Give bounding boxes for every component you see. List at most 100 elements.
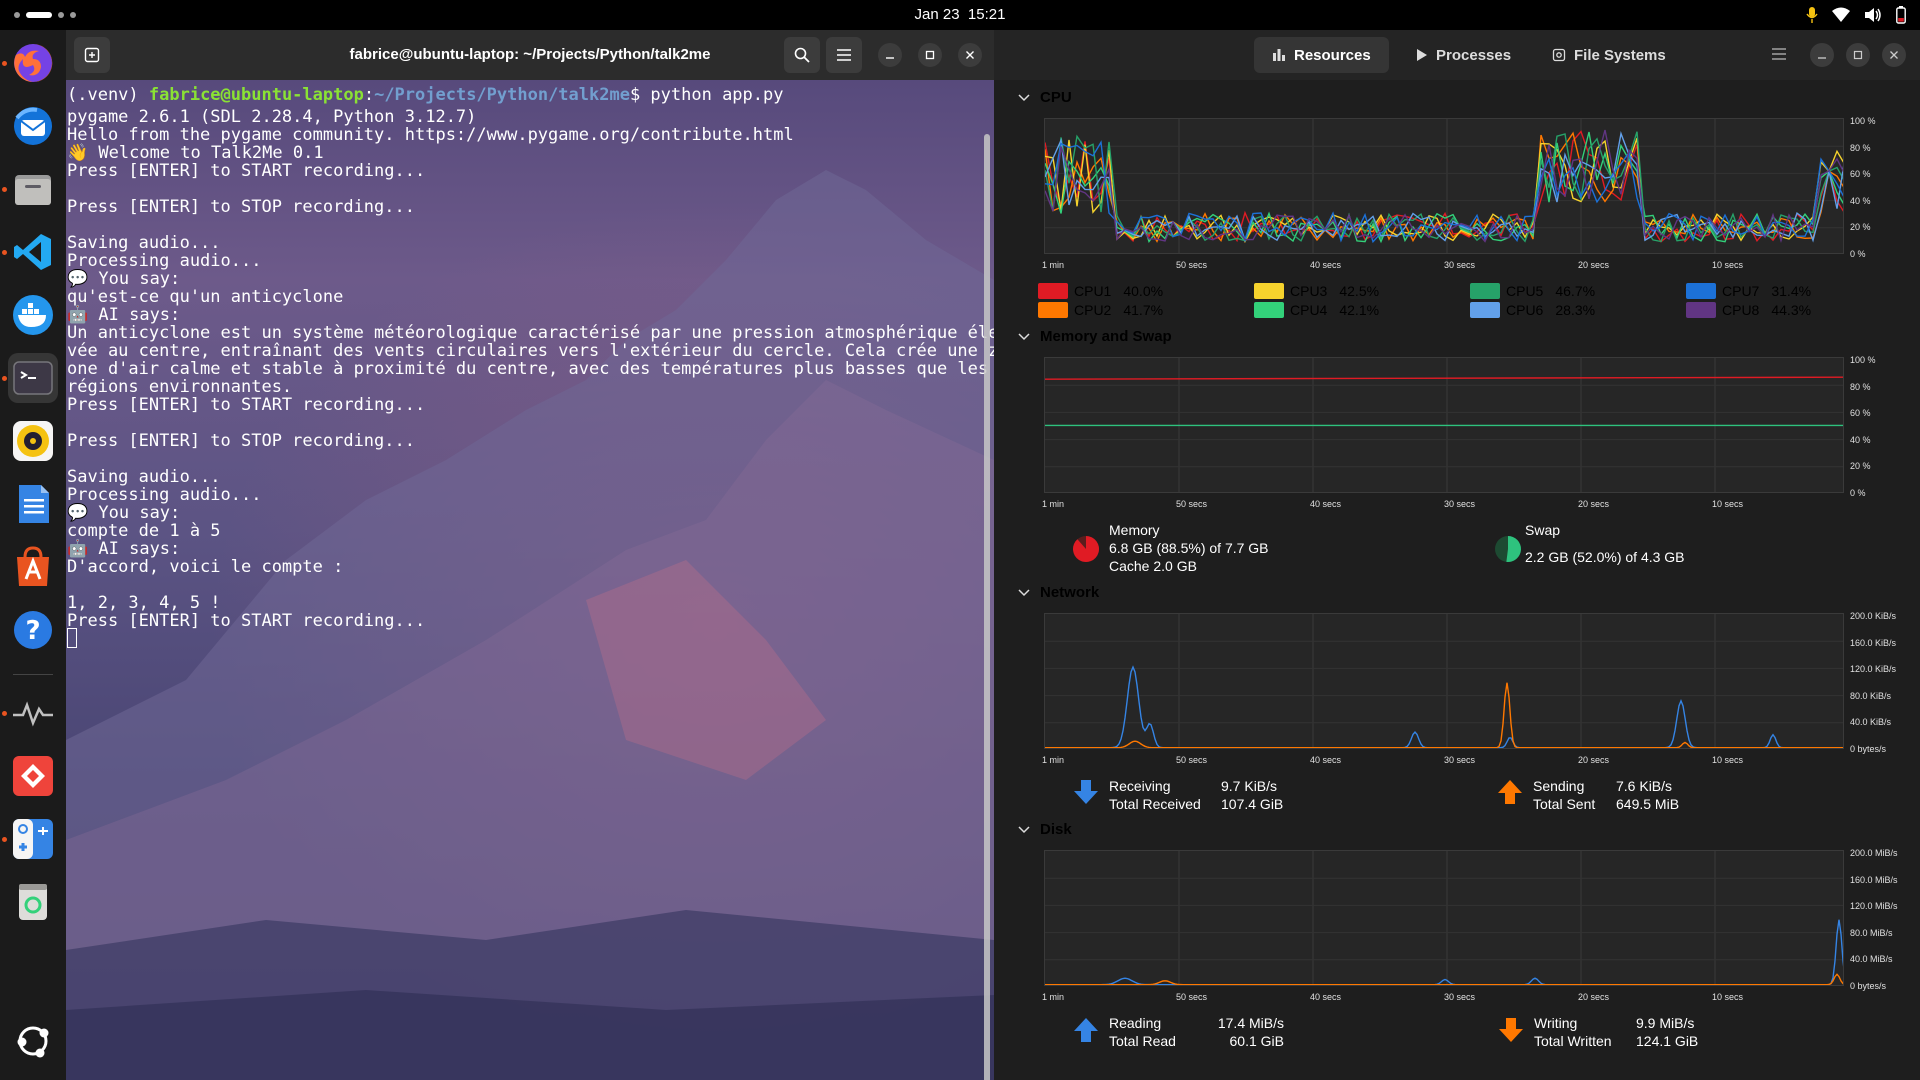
- extension-manager-launcher[interactable]: [8, 814, 58, 864]
- receiving-line: [1045, 665, 1843, 748]
- cpu-legend-item[interactable]: CPU6 28.3%: [1470, 302, 1595, 318]
- cpu-color-swatch[interactable]: [1470, 283, 1500, 299]
- tab-file-systems[interactable]: File Systems: [1534, 37, 1684, 73]
- trash-launcher[interactable]: [8, 877, 58, 927]
- cpu-color-swatch[interactable]: [1686, 283, 1716, 299]
- cpu-usage: 46.7%: [1555, 283, 1596, 299]
- files-launcher[interactable]: [8, 164, 58, 214]
- cpu-legend-item[interactable]: CPU7 31.4%: [1686, 283, 1811, 299]
- system-monitor-header-bar[interactable]: Resources Processes File Systems: [994, 30, 1920, 80]
- network-section-header[interactable]: Network: [1018, 584, 1099, 601]
- microphone-icon[interactable]: [1806, 6, 1818, 24]
- clock-time: 15:21: [967, 6, 1006, 23]
- menu-button[interactable]: [1772, 47, 1786, 65]
- x-tick-label: 30 secs: [1444, 260, 1476, 270]
- terminal-output[interactable]: (.venv) fabrice@ubuntu-laptop:~/Projects…: [66, 80, 994, 1080]
- maximize-button[interactable]: [1846, 43, 1870, 67]
- vscode-launcher[interactable]: [8, 227, 58, 277]
- thunderbird-launcher[interactable]: [8, 101, 58, 151]
- cpu-color-swatch[interactable]: [1038, 302, 1068, 318]
- menu-button[interactable]: [826, 37, 862, 73]
- vscode-icon: [14, 234, 51, 270]
- battery-icon[interactable]: [1896, 6, 1906, 24]
- system-monitor-launcher[interactable]: [8, 688, 58, 738]
- search-button[interactable]: [784, 37, 820, 73]
- cpu-color-swatch[interactable]: [1038, 283, 1068, 299]
- running-indicator: [2, 61, 7, 66]
- cpu-color-swatch[interactable]: [1254, 302, 1284, 318]
- writer-launcher[interactable]: [8, 479, 58, 529]
- cpu-legend-item[interactable]: CPU5 46.7%: [1470, 283, 1595, 299]
- y-tick-label: 40.0 KiB/s: [1850, 717, 1892, 728]
- trash-icon: [19, 884, 47, 920]
- system-monitor-icon: [13, 701, 53, 727]
- firefox-icon: [14, 43, 53, 82]
- maximize-icon: [925, 50, 935, 60]
- minimize-button[interactable]: [878, 43, 902, 67]
- firefox-launcher[interactable]: [8, 38, 58, 88]
- close-button[interactable]: [1882, 43, 1906, 67]
- cpu-legend-item[interactable]: CPU2 41.7%: [1038, 302, 1163, 318]
- cpu-legend-item[interactable]: CPU1 40.0%: [1038, 283, 1163, 299]
- anydesk-launcher[interactable]: [8, 751, 58, 801]
- close-button[interactable]: [958, 43, 982, 67]
- cpu-color-swatch[interactable]: [1470, 302, 1500, 318]
- cpu-usage: 40.0%: [1123, 283, 1164, 299]
- maximize-button[interactable]: [918, 43, 942, 67]
- clock[interactable]: Jan 23 15:21: [0, 6, 1920, 23]
- y-tick-label: 20 %: [1850, 461, 1871, 472]
- y-tick-label: 160.0 KiB/s: [1850, 637, 1897, 648]
- minimize-button[interactable]: [1810, 43, 1834, 67]
- anydesk-icon: [13, 756, 53, 796]
- cpu-legend-item[interactable]: CPU8 44.3%: [1686, 302, 1811, 318]
- terminal-text: (.venv) fabrice@ubuntu-laptop:~/Projects…: [66, 84, 994, 650]
- terminal-line: one d'air calme et stable à proximité du…: [67, 359, 989, 379]
- terminal-header-bar[interactable]: fabrice@ubuntu-laptop: ~/Projects/Python…: [66, 30, 994, 80]
- x-tick-label: 30 secs: [1444, 755, 1476, 765]
- wifi-icon[interactable]: [1832, 7, 1850, 23]
- disk-section-header[interactable]: Disk: [1018, 821, 1072, 838]
- show-apps-button[interactable]: [8, 1016, 58, 1066]
- terminal-line: pygame 2.6.1 (SDL 2.28.4, Python 3.12.7): [67, 107, 477, 127]
- cpu-legend-item[interactable]: CPU3 42.5%: [1254, 283, 1379, 299]
- disk-drive-icon: [1552, 48, 1566, 62]
- total-written-label: Total Written: [1534, 1033, 1612, 1049]
- x-tick-label: 20 secs: [1578, 260, 1610, 270]
- cpu-section-header[interactable]: CPU: [1018, 89, 1072, 106]
- cpu-usage: 44.3%: [1771, 302, 1812, 318]
- help-launcher[interactable]: ?: [8, 605, 58, 655]
- terminal-scrollbar[interactable]: [984, 134, 990, 1080]
- terminal-launcher[interactable]: [8, 353, 58, 403]
- cpu-legend-item[interactable]: CPU4 42.1%: [1254, 302, 1379, 318]
- x-tick-label: 40 secs: [1310, 755, 1342, 765]
- app-center-launcher[interactable]: [8, 542, 58, 592]
- ubuntu-logo-icon: [17, 1026, 49, 1058]
- system-tray[interactable]: [1806, 6, 1906, 24]
- memory-line: [1045, 376, 1843, 380]
- terminal-line: Press [ENTER] to STOP recording...: [67, 197, 415, 217]
- sending-line: [1045, 682, 1843, 748]
- cpu-section-title: CPU: [1040, 89, 1072, 106]
- x-tick-label: 10 secs: [1712, 260, 1744, 270]
- reading-rate: 17.4 MiB/s: [1217, 1015, 1284, 1031]
- x-tick-label: 10 secs: [1712, 499, 1744, 509]
- writing-rate: 9.9 MiB/s: [1636, 1015, 1695, 1031]
- cpu-color-swatch[interactable]: [1254, 283, 1284, 299]
- sending-label: Sending: [1533, 778, 1585, 794]
- disk-section-title: Disk: [1040, 821, 1072, 838]
- tab-resources[interactable]: Resources: [1254, 37, 1389, 73]
- rhythmbox-launcher[interactable]: [8, 416, 58, 466]
- docker-launcher[interactable]: [8, 290, 58, 340]
- reading-arrow-icon: [1074, 1018, 1098, 1042]
- minimize-icon: [886, 57, 894, 59]
- memory-section-header[interactable]: Memory and Swap: [1018, 328, 1172, 345]
- terminal-line: Processing audio...: [67, 251, 262, 271]
- terminal-line: Un anticyclone est un système météorolog…: [67, 323, 994, 343]
- volume-icon[interactable]: [1864, 7, 1882, 23]
- y-tick-label: 120.0 KiB/s: [1850, 664, 1897, 675]
- close-icon: [966, 51, 974, 59]
- y-tick-label: 100 %: [1850, 116, 1876, 126]
- tab-processes[interactable]: Processes: [1398, 37, 1529, 73]
- cpu-color-swatch[interactable]: [1686, 302, 1716, 318]
- y-tick-label: 40 %: [1850, 195, 1871, 206]
